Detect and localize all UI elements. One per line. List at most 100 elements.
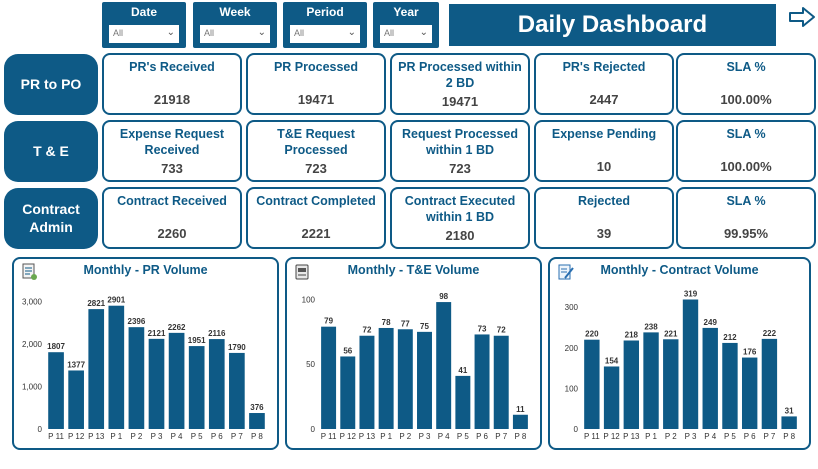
data-label: 218 — [625, 330, 639, 339]
data-label: 2821 — [87, 299, 105, 308]
data-label: 73 — [478, 324, 487, 333]
kpi-value: 733 — [161, 161, 183, 176]
period-filter-dropdown[interactable]: All ⌄ — [290, 25, 360, 43]
row-label-contract-admin: Contract Admin — [4, 188, 98, 249]
x-tick-label: P 4 — [704, 432, 716, 441]
bar[interactable] — [321, 326, 337, 429]
data-label: 319 — [684, 289, 698, 298]
x-tick-label: P 2 — [399, 432, 411, 441]
data-label: 2901 — [107, 296, 125, 305]
data-label: 2116 — [208, 329, 226, 338]
kpi-card-pr-sla: SLA % 100.00% — [676, 53, 816, 115]
contract-volume-bar-chart: 0 100 200 300 220 P 11 154 P 12 218 P 13 238 P 1 221… — [565, 289, 797, 441]
bar[interactable] — [584, 339, 600, 429]
bar[interactable] — [623, 340, 640, 429]
bar[interactable] — [417, 331, 432, 429]
y-tick-label: 0 — [574, 425, 579, 434]
bar[interactable] — [108, 305, 125, 429]
bar[interactable] — [702, 327, 718, 429]
bar[interactable] — [229, 352, 245, 429]
bar[interactable] — [378, 327, 394, 429]
kpi-title: SLA % — [726, 127, 766, 141]
te-volume-bar-chart: 0 50 100 79 P 11 56 P 12 72 P 13 78 P 1 77 P 2 75 P 3 9… — [302, 292, 528, 441]
kpi-card-contract-completed: Contract Completed 2221 — [246, 187, 386, 249]
bar[interactable] — [781, 416, 797, 429]
kpi-value: 2221 — [301, 226, 331, 241]
date-filter-value: All — [113, 28, 124, 38]
data-label: 11 — [516, 405, 525, 414]
bar[interactable] — [340, 356, 356, 429]
kpi-title: Expense Request Received — [119, 127, 225, 158]
kpi-value: 19471 — [441, 94, 479, 109]
bar[interactable] — [88, 309, 105, 429]
bar[interactable] — [148, 338, 165, 429]
bar[interactable] — [436, 302, 452, 429]
kpi-value: 100.00% — [720, 159, 772, 174]
y-tick-label: 1,000 — [22, 383, 43, 392]
bar[interactable] — [208, 339, 225, 429]
x-tick-label: P 11 — [321, 432, 337, 441]
bar[interactable] — [168, 332, 185, 429]
bar[interactable] — [493, 335, 509, 429]
bar[interactable] — [188, 346, 205, 429]
data-label: 56 — [343, 346, 352, 355]
date-filter-dropdown[interactable]: All ⌄ — [109, 25, 179, 43]
week-filter: Week All ⌄ — [193, 2, 277, 48]
kpi-value: 2447 — [589, 92, 619, 107]
kpi-title: Contract Received — [117, 194, 227, 208]
arrow-right-icon[interactable] — [788, 5, 816, 29]
bar[interactable] — [663, 339, 679, 429]
year-filter-dropdown[interactable]: All ⌄ — [380, 25, 432, 43]
chart-panel-te-volume: Monthly - T&E Volume 0 50 100 79 P 11 56 P 12 7… — [285, 257, 542, 450]
kpi-value: 99.95% — [723, 226, 769, 241]
date-filter: Date All ⌄ — [102, 2, 186, 48]
data-label: 72 — [497, 326, 506, 335]
bar[interactable] — [48, 352, 64, 429]
bar[interactable] — [474, 334, 490, 429]
data-label: 1951 — [188, 336, 206, 345]
week-filter-dropdown[interactable]: All ⌄ — [200, 25, 270, 43]
data-label: 176 — [743, 348, 757, 357]
kpi-value: 100.00% — [720, 92, 772, 107]
bar[interactable] — [722, 342, 738, 429]
bar[interactable] — [359, 335, 375, 429]
y-tick-label: 2,000 — [22, 340, 43, 349]
data-label: 2121 — [148, 329, 166, 338]
bar[interactable] — [603, 366, 620, 429]
kpi-title: T&E Request Processed — [277, 127, 355, 158]
page-title: Daily Dashboard — [449, 4, 776, 46]
bar[interactable] — [741, 357, 758, 429]
data-label: 1377 — [67, 360, 85, 369]
bar[interactable] — [761, 338, 778, 429]
bar[interactable] — [397, 329, 413, 429]
period-filter: Period All ⌄ — [283, 2, 367, 48]
year-filter: Year All ⌄ — [373, 2, 439, 48]
year-filter-label: Year — [393, 5, 419, 19]
bar[interactable] — [643, 332, 659, 429]
data-label: 212 — [723, 333, 737, 342]
bar[interactable] — [128, 327, 145, 429]
chevron-down-icon: ⌄ — [257, 27, 266, 38]
kpi-title: PR Processed within 2 BD — [398, 60, 522, 91]
kpi-card-te-sla: SLA % 100.00% — [676, 120, 816, 182]
x-tick-label: P 13 — [359, 432, 376, 441]
x-tick-label: P 2 — [130, 432, 142, 441]
x-tick-label: P 7 — [763, 432, 775, 441]
data-label: 221 — [664, 329, 678, 338]
bar[interactable] — [68, 370, 84, 429]
x-tick-label: P 5 — [457, 432, 469, 441]
x-tick-label: P 8 — [251, 432, 263, 441]
bar[interactable] — [682, 299, 699, 429]
data-label: 41 — [458, 366, 467, 375]
bar[interactable] — [455, 375, 471, 429]
bar[interactable] — [249, 413, 265, 429]
x-tick-label: P 13 — [88, 432, 105, 441]
chevron-down-icon: ⌄ — [347, 27, 356, 38]
y-tick-label: 200 — [565, 344, 579, 353]
data-label: 220 — [585, 330, 599, 339]
data-label: 2262 — [168, 323, 186, 332]
kpi-card-pr-processed-2bd: PR Processed within 2 BD 19471 — [390, 53, 530, 115]
x-tick-label: P 4 — [438, 432, 450, 441]
bar[interactable] — [512, 414, 528, 429]
pr-volume-bar-chart: 01,0002,0003,0001807P 111377P 122821P 13… — [22, 296, 265, 441]
